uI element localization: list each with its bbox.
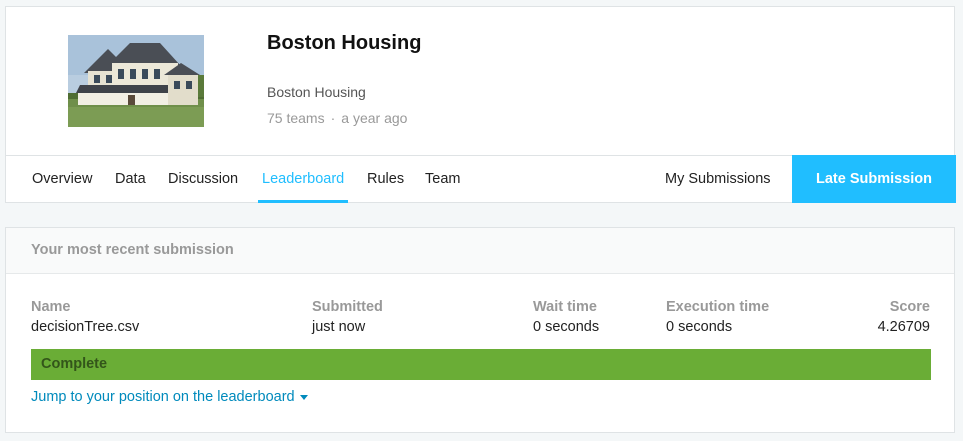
tab-discussion[interactable]: Discussion	[168, 156, 238, 203]
tab-overview[interactable]: Overview	[32, 156, 92, 203]
wait-time-label: Wait time	[533, 299, 597, 315]
recent-submission-card: Your most recent submission Name decisio…	[5, 227, 955, 433]
caret-down-icon	[299, 394, 308, 400]
competition-title: Boston Housing	[267, 32, 422, 54]
name-column: Name decisionTree.csv	[31, 299, 139, 335]
submitted-column: Submitted just now	[312, 299, 383, 335]
competition-header: Boston Housing Boston Housing 75 teams · a…	[5, 6, 956, 203]
my-submissions-link[interactable]: My Submissions	[665, 156, 771, 203]
jump-link-label: Jump to your position on the leaderboard	[31, 389, 295, 405]
tab-leaderboard[interactable]: Leaderboard	[257, 156, 349, 203]
score-value: 4.26709	[877, 319, 930, 335]
competition-age: a year ago	[341, 110, 408, 126]
wait-time-column: Wait time 0 seconds	[533, 299, 599, 335]
competition-meta: 75 teams · a year ago	[267, 110, 407, 126]
execution-time-column: Execution time 0 seconds	[666, 299, 769, 335]
submission-status-bar: Complete	[31, 349, 931, 380]
jump-to-leaderboard-link[interactable]: Jump to your position on the leaderboard	[31, 389, 308, 405]
submitted-value: just now	[312, 319, 366, 335]
tab-rules[interactable]: Rules	[367, 156, 404, 203]
meta-separator: ·	[330, 110, 336, 126]
score-label: Score	[889, 299, 930, 315]
name-label: Name	[31, 299, 71, 315]
late-submission-button[interactable]: Late Submission	[792, 155, 956, 203]
execution-time-value: 0 seconds	[666, 319, 733, 335]
tab-team[interactable]: Team	[425, 156, 460, 203]
wait-time-value: 0 seconds	[533, 319, 600, 335]
competition-thumbnail	[68, 35, 204, 127]
tab-data[interactable]: Data	[115, 156, 146, 203]
competition-tabs: Overview Data Discussion Leaderboard Rul…	[6, 155, 956, 203]
execution-time-label: Execution time	[666, 299, 770, 315]
team-count: 75 teams	[267, 110, 325, 126]
competition-subtitle: Boston Housing	[267, 84, 366, 100]
name-value: decisionTree.csv	[31, 319, 140, 335]
submission-heading: Your most recent submission	[6, 228, 954, 274]
score-column: Score 4.26709	[878, 299, 930, 335]
submitted-label: Submitted	[312, 299, 383, 315]
